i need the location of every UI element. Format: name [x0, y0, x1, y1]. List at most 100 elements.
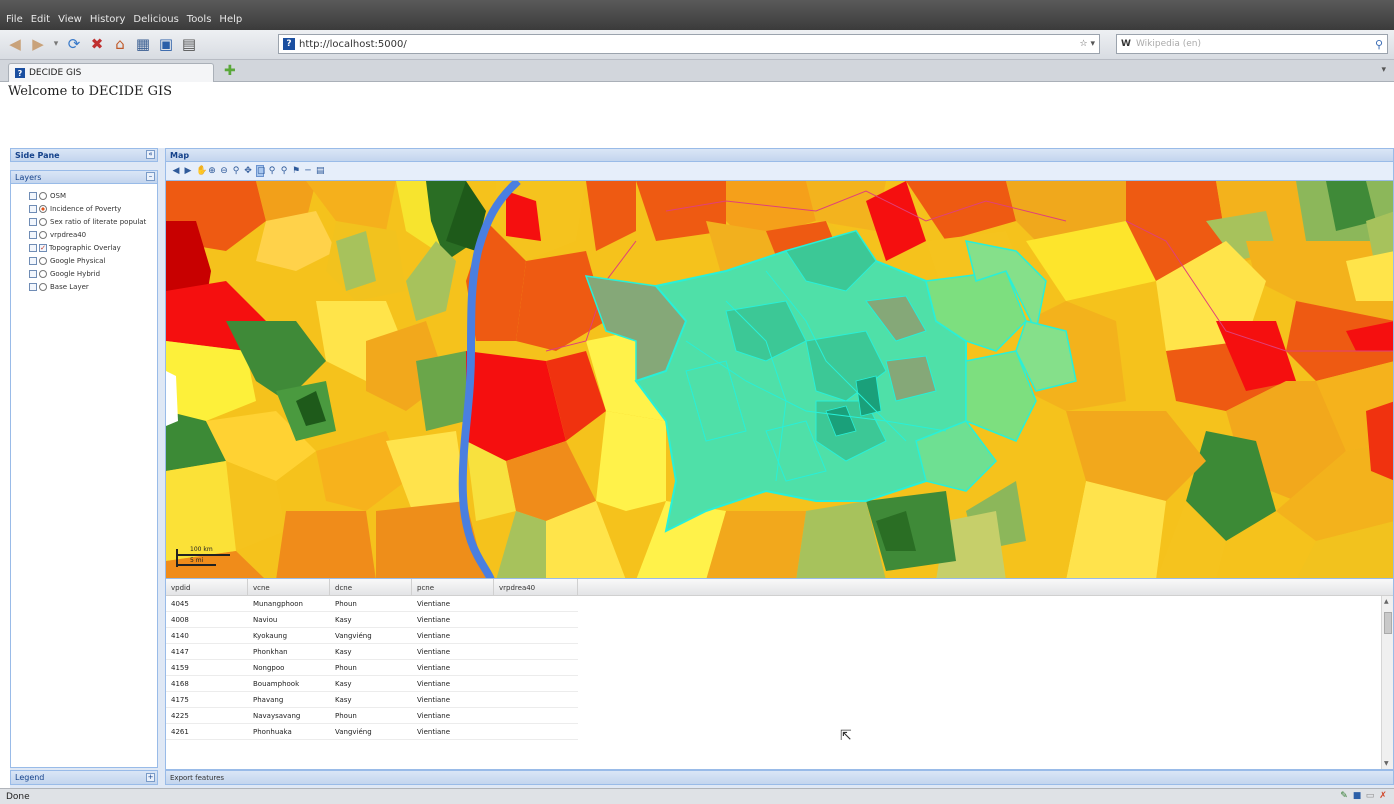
url-dropdown-icon[interactable]: ☆ ▾: [1080, 39, 1095, 49]
layer-label: Sex ratio of literate populat: [50, 218, 147, 226]
table-row[interactable]: 4168 Bouamphook Kasy Vientiane: [166, 676, 578, 692]
addon-icon[interactable]: ✎: [1339, 791, 1349, 801]
measure-icon[interactable]: ─: [304, 166, 312, 176]
new-tab-icon[interactable]: ✚: [224, 63, 236, 79]
layer-google-physical[interactable]: Google Physical: [29, 255, 157, 267]
tooltip-icon[interactable]: ⚑: [292, 166, 300, 176]
column-header[interactable]: vrpdrea40: [494, 579, 578, 596]
expand-icon[interactable]: +: [146, 773, 155, 782]
layer-checkbox[interactable]: [29, 231, 37, 239]
forward-icon[interactable]: ▶: [29, 36, 47, 54]
column-header[interactable]: vcne: [248, 579, 330, 596]
bookmark-icon[interactable]: ▦: [134, 36, 152, 54]
firebug-icon[interactable]: ✗: [1378, 791, 1388, 801]
pan-icon[interactable]: ✋: [196, 166, 207, 176]
table-cell: Bouamphook: [253, 680, 300, 688]
home-icon[interactable]: ⌂: [111, 36, 129, 54]
search-engine-icon[interactable]: W: [1121, 39, 1131, 49]
back-icon[interactable]: ◀: [6, 36, 24, 54]
menu-history[interactable]: History: [90, 14, 126, 25]
layer-radio[interactable]: [39, 218, 47, 226]
url-text: http://localhost:5000/: [299, 38, 407, 50]
layer-radio[interactable]: [39, 257, 47, 265]
tab-list-icon[interactable]: ▾: [1381, 65, 1386, 75]
table-row[interactable]: 4175 Phavang Kasy Vientiane: [166, 692, 578, 708]
layer-checkbox-checked[interactable]: ✓: [39, 244, 47, 252]
table-scrollbar[interactable]: ▲ ▼: [1381, 596, 1393, 769]
zoom-out-icon[interactable]: ⊖: [220, 166, 228, 176]
select-icon[interactable]: ▢: [256, 165, 266, 177]
menu-edit[interactable]: Edit: [31, 14, 50, 25]
table-row[interactable]: 4140 Kyokaung Vangviéng Vientiane: [166, 628, 578, 644]
forward-icon[interactable]: ▶: [184, 166, 192, 176]
scroll-down-icon[interactable]: ▼: [1384, 760, 1389, 767]
scroll-up-icon[interactable]: ▲: [1384, 598, 1389, 605]
table-row[interactable]: 4008 Naviou Kasy Vientiane: [166, 612, 578, 628]
column-header[interactable]: vpdid: [166, 579, 248, 596]
tab-decide-gis[interactable]: ? DECIDE GIS: [8, 63, 214, 82]
layer-radio[interactable]: [39, 192, 47, 200]
table-cell: [494, 724, 578, 740]
menu-view[interactable]: View: [58, 14, 82, 25]
layer-osm[interactable]: OSM: [29, 190, 157, 202]
menu-file[interactable]: File: [6, 14, 23, 25]
table-row[interactable]: 4147 Phonkhan Kasy Vientiane: [166, 644, 578, 660]
back-icon[interactable]: ◀: [172, 166, 180, 176]
identify-icon[interactable]: ⚲: [268, 166, 276, 176]
map-canvas[interactable]: 100 km 5 mi: [165, 180, 1394, 579]
layer-base-layer[interactable]: Base Layer: [29, 281, 157, 293]
zoom-in-icon[interactable]: ⊕: [208, 166, 216, 176]
menu-help[interactable]: Help: [219, 14, 242, 25]
layer-radio[interactable]: [39, 231, 47, 239]
url-bar[interactable]: ? http://localhost:5000/ ☆ ▾: [278, 34, 1100, 54]
layer-vrpdrea40[interactable]: vrpdrea40: [29, 229, 157, 241]
table-row[interactable]: 4225 Navaysavang Phoun Vientiane: [166, 708, 578, 724]
table-cell: 4168: [171, 680, 189, 688]
search-input[interactable]: W Wikipedia (en) ⚲: [1116, 34, 1388, 54]
sync-icon[interactable]: ▭: [1365, 791, 1375, 801]
table-cell: [494, 676, 578, 692]
zoom-box-icon[interactable]: ⚲: [232, 166, 240, 176]
minimize-icon[interactable]: –: [146, 172, 155, 181]
layer-topographic-overlay[interactable]: ✓ Topographic Overlay: [29, 242, 157, 254]
tab-favicon-icon: ?: [15, 68, 25, 78]
choropleth-map[interactable]: [166, 181, 1394, 579]
scale-label-mi: 5 mi: [190, 557, 204, 564]
sidebar-icon[interactable]: ▣: [157, 36, 175, 54]
layer-checkbox[interactable]: [29, 270, 37, 278]
print-icon[interactable]: ▤: [316, 166, 325, 176]
layer-radio[interactable]: [39, 205, 47, 213]
layer-checkbox[interactable]: [29, 218, 37, 226]
layer-checkbox[interactable]: [29, 283, 37, 291]
table-row[interactable]: 4045 Munangphoon Phoun Vientiane: [166, 596, 578, 612]
stop-icon[interactable]: ✖: [88, 36, 106, 54]
menu-delicious[interactable]: Delicious: [133, 14, 178, 25]
layer-checkbox[interactable]: [29, 205, 37, 213]
table-cell: Kasy: [335, 648, 352, 656]
column-header[interactable]: dcne: [330, 579, 412, 596]
zoom-extent-icon[interactable]: ✥: [244, 166, 252, 176]
query-icon[interactable]: ⚲: [280, 166, 288, 176]
layer-checkbox[interactable]: [29, 244, 37, 252]
legend-header[interactable]: Legend: [10, 770, 158, 785]
layer-radio[interactable]: [39, 283, 47, 291]
table-cell: Vientiane: [417, 680, 451, 688]
layer-checkbox[interactable]: [29, 192, 37, 200]
export-features-button[interactable]: Export features: [170, 774, 224, 782]
table-row[interactable]: 4159 Nongpoo Phoun Vientiane: [166, 660, 578, 676]
print-icon[interactable]: ▤: [180, 36, 198, 54]
table-row[interactable]: 4261 Phonhuaka Vangviéng Vientiane: [166, 724, 578, 740]
collapse-icon[interactable]: «: [146, 150, 155, 159]
layer-checkbox[interactable]: [29, 257, 37, 265]
column-header[interactable]: pcne: [412, 579, 494, 596]
history-dropdown-icon[interactable]: ▾: [52, 36, 60, 54]
delicious-icon[interactable]: ■: [1352, 791, 1362, 801]
search-icon[interactable]: ⚲: [1375, 38, 1383, 51]
reload-icon[interactable]: ⟳: [65, 36, 83, 54]
layer-radio[interactable]: [39, 270, 47, 278]
scroll-thumb[interactable]: [1384, 612, 1392, 634]
layer-incidence-of-poverty[interactable]: Incidence of Poverty: [29, 203, 157, 215]
menu-tools[interactable]: Tools: [187, 14, 212, 25]
layer-google-hybrid[interactable]: Google Hybrid: [29, 268, 157, 280]
layer-sex-ratio[interactable]: Sex ratio of literate populat: [29, 216, 157, 228]
